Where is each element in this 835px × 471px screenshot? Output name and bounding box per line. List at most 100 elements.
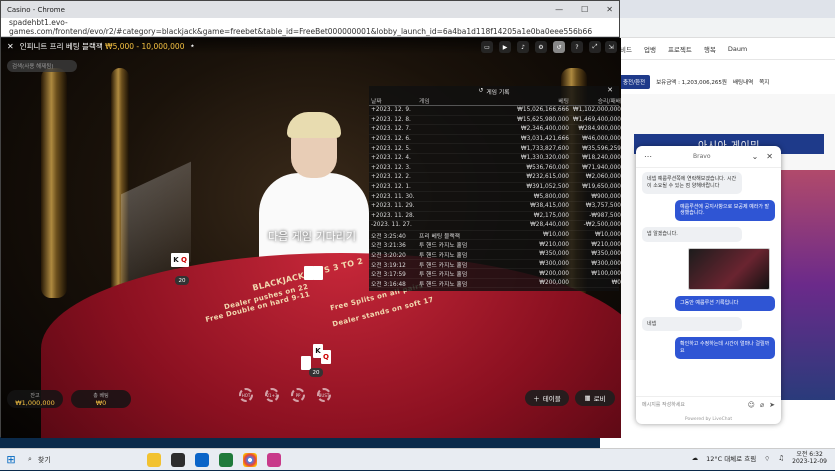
address-bar[interactable]: spadehbt1.evo-games.com/frontend/evo/r2/… xyxy=(1,18,619,37)
history-row[interactable]: 오전 3:16:48투 핸드 카지노 홀덤₩200,000₩0 xyxy=(369,279,619,289)
history-row[interactable]: 오전 3:17:59투 핸드 카지노 홀덤₩200,000₩100,000 xyxy=(369,269,619,279)
history-row[interactable]: +2023. 12. 3.₩536,760,000₩71,940,000 xyxy=(369,164,619,174)
taskbar-search[interactable]: ⌕ 찾기 xyxy=(22,449,142,471)
history-winloss: ₩900,000 xyxy=(569,194,621,200)
minimize-icon[interactable]: ⌄ xyxy=(752,152,759,161)
history-date: 오전 3:20:20 xyxy=(371,250,419,259)
taskview-icon[interactable] xyxy=(171,453,185,467)
history-winloss: ₩300,000 xyxy=(569,261,621,267)
settings-icon[interactable]: ⚙ xyxy=(535,41,547,53)
close-icon[interactable]: ✕ xyxy=(607,86,613,94)
history-row[interactable]: +2023. 12. 4.₩1,330,320,000₩18,240,000 xyxy=(369,154,619,164)
history-row[interactable]: +2023. 12. 1.₩391,052,500₩19,650,000 xyxy=(369,183,619,193)
history-date: 오전 3:16:48 xyxy=(371,279,419,288)
deposit-withdraw-button[interactable]: 충전/환전 xyxy=(618,75,650,89)
table-button-label: 테이블 xyxy=(543,393,561,403)
history-winloss: ₩71,940,000 xyxy=(569,165,621,171)
plus-icon: ＋ xyxy=(533,393,540,403)
history-row[interactable]: +2023. 12. 7.₩2,346,400,000₩284,900,000 xyxy=(369,125,619,135)
help-icon[interactable]: ? xyxy=(571,41,583,53)
history-row[interactable]: +2023. 12. 2.₩232,615,000₩2,060,000 xyxy=(369,173,619,183)
history-columns: 날짜 게임 베팅 승리/패배 xyxy=(369,96,619,106)
history-date: +2023. 11. 30. xyxy=(371,194,419,200)
chat-input[interactable]: 메시지를 작성하세요 ☺ ⌀ ➤ xyxy=(636,396,781,412)
history-bet: ₩200,000 xyxy=(517,271,569,277)
history-bet: ₩536,760,000 xyxy=(517,165,569,171)
history-row[interactable]: 오전 3:25:40프리 베팅 블랙잭₩10,000₩10,000 xyxy=(369,231,619,241)
history-game: 투 핸드 카지노 홀덤 xyxy=(419,269,517,278)
chat-image-attachment[interactable] xyxy=(688,248,770,290)
history-date: +2023. 12. 4. xyxy=(371,155,419,161)
clock[interactable]: 오전 6:32 2023-12-09 xyxy=(792,451,827,465)
history-winloss: -₩2,500,000 xyxy=(569,222,621,228)
search-input[interactable]: 검색(사용 해제됨) xyxy=(7,60,77,72)
attach-icon[interactable]: ⌀ xyxy=(760,401,764,409)
history-icon-small: ↺ xyxy=(478,88,483,94)
column-header: 베팅 xyxy=(517,96,569,105)
maximize-button[interactable]: ☐ xyxy=(581,5,588,14)
bg-tab-strip[interactable] xyxy=(600,18,835,38)
chrome-icon[interactable] xyxy=(243,453,257,467)
send-icon[interactable]: ➤ xyxy=(769,401,775,409)
chat-input-placeholder: 메시지를 작성하세요 xyxy=(642,401,685,408)
volume-icon[interactable]: ♫ xyxy=(778,454,784,462)
history-row[interactable]: +2023. 11. 29.₩38,415,000₩3,757,500 xyxy=(369,202,619,212)
history-bet: ₩5,800,000 xyxy=(517,194,569,200)
exit-icon[interactable]: ⇲ xyxy=(605,41,617,53)
start-button[interactable]: ⊞ xyxy=(0,449,22,471)
history-row[interactable]: -2023. 11. 27.₩28,440,000-₩2,500,000 xyxy=(369,221,619,231)
bookmark-item[interactable]: 프로젝트 xyxy=(668,44,692,54)
close-game-icon[interactable]: ✕ xyxy=(7,42,14,51)
clock-time: 오전 6:32 xyxy=(792,451,827,458)
history-row[interactable]: 오전 3:19:12투 핸드 카지노 홀덤₩300,000₩300,000 xyxy=(369,260,619,270)
history-row[interactable]: +2023. 11. 28.₩2,175,000-₩987,500 xyxy=(369,212,619,222)
lobby-button-label: 로비 xyxy=(594,393,606,403)
side-bet-pp[interactable]: PP xyxy=(291,388,305,402)
video-icon[interactable]: ▶ xyxy=(499,41,511,53)
emoji-icon[interactable]: ☺ xyxy=(748,401,755,409)
chat-message: 그동안 예룹루션 기록입니다 xyxy=(675,296,775,311)
history-row[interactable]: +2023. 12. 5.₩1,733,827,600₩35,596,259 xyxy=(369,144,619,154)
dealer-hair xyxy=(287,112,341,138)
side-bet-21plus3[interactable]: 21+3 xyxy=(265,388,279,402)
excel-icon[interactable] xyxy=(219,453,233,467)
file-explorer-icon[interactable] xyxy=(147,453,161,467)
player-score: 20 xyxy=(309,368,323,377)
bookmark-item[interactable]: 업뱅 xyxy=(644,44,656,54)
history-icon[interactable]: ↺ xyxy=(553,41,565,53)
side-bet-hot3[interactable]: HOT xyxy=(239,388,253,402)
casino-chrome-window: Casino - Chrome — ☐ ✕ spadehbt1.evo-game… xyxy=(0,0,620,437)
bookmark-item[interactable]: Daum xyxy=(728,45,747,53)
side-bet-bust[interactable]: BUST xyxy=(317,388,331,402)
history-rows: +2023. 12. 9.₩15,026,166,666₩1,102,000,0… xyxy=(369,106,619,288)
history-date: 오전 3:21:36 xyxy=(371,240,419,249)
history-row[interactable]: +2023. 12. 6.₩3,031,421,666₩46,000,000 xyxy=(369,135,619,145)
chat-icon[interactable]: ▭ xyxy=(481,41,493,53)
lobby-button[interactable]: ▦ 로비 xyxy=(575,390,615,406)
history-winloss: ₩210,000 xyxy=(569,242,621,248)
sound-icon[interactable]: ♪ xyxy=(517,41,529,53)
history-bet: ₩2,346,400,000 xyxy=(517,126,569,132)
livechat-widget: ⋯ Bravo ⌄ ✕ 네넵 예룹루션쪽에 연락해보겠습니다. 시간이 소요될 … xyxy=(636,146,781,424)
site-link-messages[interactable]: 쪽지 xyxy=(759,78,769,86)
app-icon[interactable] xyxy=(267,453,281,467)
table-button[interactable]: ＋ 테이블 xyxy=(525,390,569,406)
network-icon[interactable]: ⌔ xyxy=(764,454,770,463)
history-date: -2023. 11. 27. xyxy=(371,222,419,228)
bookmark-item[interactable]: 비드 xyxy=(620,44,632,54)
close-icon[interactable]: ✕ xyxy=(766,152,773,161)
history-row[interactable]: 오전 3:20:20투 핸드 카지노 홀덤₩350,000₩350,000 xyxy=(369,250,619,260)
site-link-bets[interactable]: 배팅내역 xyxy=(733,78,753,86)
history-row[interactable]: +2023. 12. 9.₩15,026,166,666₩1,102,000,0… xyxy=(369,106,619,116)
bookmark-item[interactable]: 행복 xyxy=(704,44,716,54)
fullscreen-icon[interactable]: ⤢ xyxy=(589,41,601,53)
history-row[interactable]: +2023. 12. 8.₩15,625,980,000₩1,469,400,0… xyxy=(369,116,619,126)
menu-dots-icon[interactable]: ⋯ xyxy=(644,152,652,161)
history-row[interactable]: 오전 3:21:36투 핸드 카지노 홀덤₩210,000₩210,000 xyxy=(369,240,619,250)
close-window-button[interactable]: ✕ xyxy=(606,5,613,14)
minimize-button[interactable]: — xyxy=(555,5,563,14)
chat-message: 넵 알겠습니다. xyxy=(642,227,742,242)
history-row[interactable]: +2023. 11. 30. ₩5,800,000₩900,000 xyxy=(369,192,619,202)
pin-icon[interactable]: ⭑ xyxy=(190,42,194,51)
outlook-icon[interactable] xyxy=(195,453,209,467)
